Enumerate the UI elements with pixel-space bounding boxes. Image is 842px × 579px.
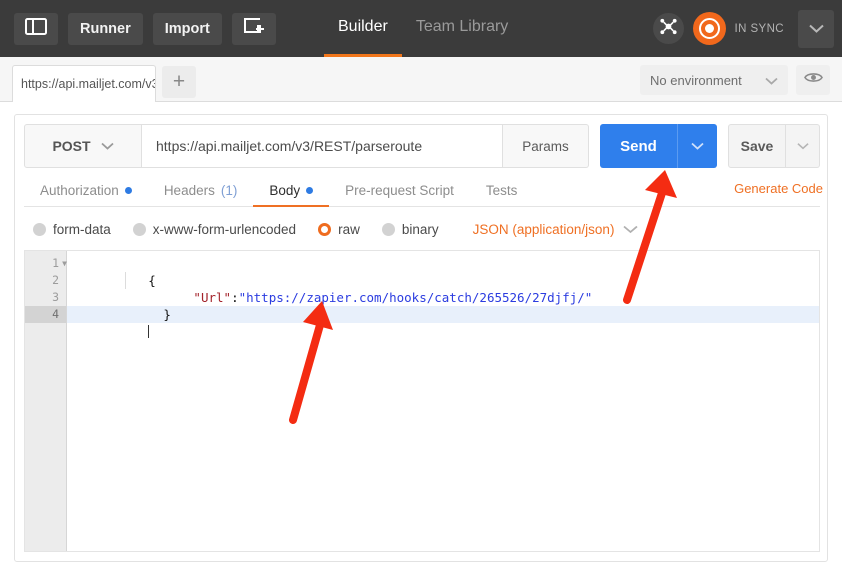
code-line-1: { bbox=[67, 255, 819, 288]
chevron-down-icon bbox=[796, 137, 809, 155]
add-tab-button[interactable]: + bbox=[162, 66, 196, 98]
radio-icon bbox=[381, 222, 395, 236]
code-line-4 bbox=[67, 306, 819, 338]
tab-tests-label: Tests bbox=[485, 182, 518, 198]
chevron-down-icon bbox=[765, 73, 778, 88]
request-builder-card: POST https://api.mailjet.com/v3/REST/par… bbox=[14, 114, 828, 562]
sync-status-button[interactable] bbox=[692, 12, 726, 45]
request-tab[interactable]: https://api.mailjet.com/v3/ bbox=[12, 65, 156, 102]
radio-selected-icon bbox=[318, 222, 332, 236]
method-selector[interactable]: POST bbox=[24, 124, 142, 168]
postman-window: Runner Import Builder Team Library IN SY… bbox=[0, 0, 842, 579]
chevron-down-icon bbox=[623, 222, 639, 237]
radio-binary-label: binary bbox=[401, 221, 439, 237]
gutter-line-1[interactable]: 1 ▼ bbox=[25, 255, 67, 272]
tab-authorization-label: Authorization bbox=[40, 182, 119, 198]
radio-raw-label: raw bbox=[338, 221, 360, 237]
gutter-line-3[interactable]: 3 bbox=[25, 289, 66, 306]
content-type-value: JSON (application/json) bbox=[472, 221, 615, 237]
sync-status-icon bbox=[698, 18, 720, 39]
chevron-down-icon bbox=[808, 20, 824, 38]
chevron-down-icon bbox=[691, 137, 704, 155]
content-type-selector[interactable]: JSON (application/json) bbox=[473, 222, 639, 237]
radio-icon bbox=[132, 222, 146, 236]
radio-form-data-label: form-data bbox=[53, 221, 111, 237]
new-window-plus-icon bbox=[243, 17, 265, 40]
url-value: https://api.mailjet.com/v3/REST/parserou… bbox=[156, 138, 423, 154]
request-section-tabs: Authorization Headers (1) Body Pre-reque… bbox=[24, 175, 820, 207]
editor-code-area[interactable]: { "Url":"https://zapier.com/hooks/catch/… bbox=[67, 251, 819, 551]
send-button[interactable]: Send bbox=[600, 124, 677, 168]
tab-headers-label: Headers bbox=[163, 182, 215, 198]
line-number: 1 bbox=[52, 256, 59, 270]
indent-guide bbox=[125, 272, 126, 289]
tab-body[interactable]: Body bbox=[253, 175, 330, 207]
radio-form-data[interactable]: form-data bbox=[33, 222, 111, 237]
header-status-area: IN SYNC bbox=[652, 0, 834, 57]
environment-quick-look-button[interactable] bbox=[796, 65, 830, 95]
text-cursor bbox=[148, 325, 150, 338]
radio-x-www-form-urlencoded-label: x-www-form-urlencoded bbox=[152, 221, 297, 237]
radio-raw[interactable]: raw bbox=[318, 222, 360, 237]
code-line-3-indent bbox=[148, 307, 163, 322]
generate-code-link[interactable]: Generate Code bbox=[734, 181, 823, 196]
tab-body-label: Body bbox=[269, 182, 301, 198]
code-line-2-colon: : bbox=[231, 290, 239, 305]
environment-value: No environment bbox=[650, 72, 742, 88]
request-tab-title: https://api.mailjet.com/v3/ bbox=[21, 77, 156, 91]
tab-tests[interactable]: Tests bbox=[470, 175, 534, 207]
main-nav-tabs: Builder Team Library bbox=[324, 0, 522, 57]
sidebar-panel-icon bbox=[25, 17, 47, 40]
radio-icon bbox=[33, 222, 46, 236]
sidebar-toggle-button[interactable] bbox=[14, 12, 58, 45]
tab-pre-request-script[interactable]: Pre-request Script bbox=[329, 175, 470, 207]
tab-authorization[interactable]: Authorization bbox=[24, 175, 148, 207]
nav-tab-team-library[interactable]: Team Library bbox=[402, 0, 522, 57]
share-button[interactable] bbox=[652, 13, 684, 44]
params-button[interactable]: Params bbox=[503, 124, 589, 168]
code-line-2-key: "Url" bbox=[193, 290, 232, 305]
import-button[interactable]: Import bbox=[152, 12, 222, 45]
send-options-button[interactable] bbox=[677, 124, 717, 168]
request-tab-strip: https://api.mailjet.com/v3/ + No environ… bbox=[0, 57, 842, 102]
app-header: Runner Import Builder Team Library IN SY… bbox=[0, 0, 842, 57]
gutter-line-4[interactable]: 4 bbox=[25, 306, 66, 323]
code-line-3-text: } bbox=[163, 307, 171, 322]
url-row: POST https://api.mailjet.com/v3/REST/par… bbox=[24, 124, 820, 168]
editor-gutter: 1 ▼ 2 3 4 bbox=[25, 251, 67, 551]
authorization-indicator-dot bbox=[124, 186, 132, 194]
sync-status-label: IN SYNC bbox=[734, 22, 784, 35]
save-button-group: Save bbox=[728, 124, 820, 168]
code-line-2-value: "https://zapier.com/hooks/catch/265526/2… bbox=[238, 290, 593, 305]
nav-tab-builder[interactable]: Builder bbox=[324, 0, 402, 57]
body-type-radio-group: form-data x-www-form-urlencoded raw bina… bbox=[33, 215, 639, 243]
radio-x-www-form-urlencoded[interactable]: x-www-form-urlencoded bbox=[132, 221, 297, 237]
body-indicator-dot bbox=[306, 186, 314, 194]
account-menu-button[interactable] bbox=[798, 9, 834, 48]
runner-button[interactable]: Runner bbox=[68, 12, 143, 45]
body-code-editor[interactable]: 1 ▼ 2 3 4 { "Url":"https://zapier.com/ho… bbox=[24, 250, 820, 552]
chevron-down-icon bbox=[100, 137, 114, 155]
tab-pre-request-script-label: Pre-request Script bbox=[345, 182, 454, 198]
gutter-line-2[interactable]: 2 bbox=[25, 272, 66, 289]
tab-headers[interactable]: Headers (1) bbox=[148, 175, 254, 207]
code-line-2-indent bbox=[148, 290, 193, 305]
headers-count: (1) bbox=[220, 182, 238, 198]
method-value: POST bbox=[52, 138, 91, 154]
save-button[interactable]: Save bbox=[728, 124, 786, 168]
send-button-group: Send bbox=[600, 124, 717, 168]
share-network-icon bbox=[659, 17, 678, 41]
eye-icon bbox=[803, 71, 823, 89]
url-input[interactable]: https://api.mailjet.com/v3/REST/parserou… bbox=[142, 124, 503, 168]
environment-selector[interactable]: No environment bbox=[640, 65, 788, 95]
code-line-2: "Url":"https://zapier.com/hooks/catch/26… bbox=[67, 272, 819, 305]
new-window-button[interactable] bbox=[231, 12, 276, 45]
radio-binary[interactable]: binary bbox=[381, 221, 439, 237]
save-options-button[interactable] bbox=[786, 124, 820, 168]
code-line-1-text: { bbox=[148, 273, 156, 288]
